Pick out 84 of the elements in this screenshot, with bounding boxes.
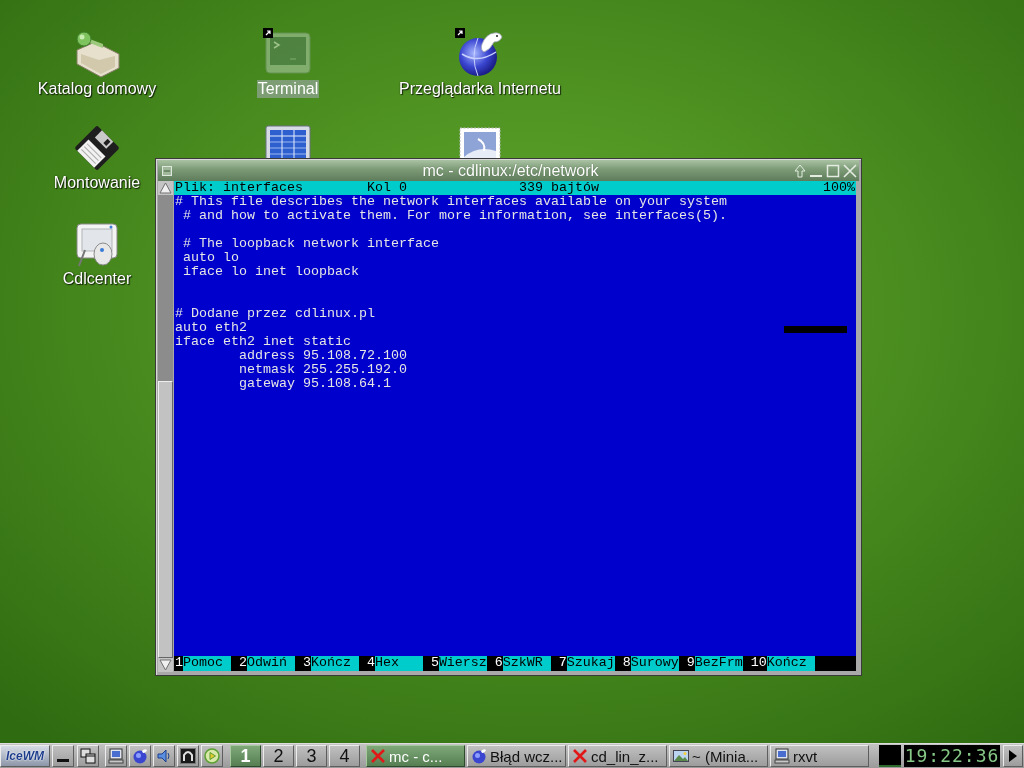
cross-icon: [370, 748, 386, 764]
code-line: # and how to activate them. For more information, see interfaces(5).: [182, 209, 727, 223]
function-key-number: 9: [686, 656, 695, 671]
launcher-button[interactable]: [177, 745, 199, 767]
postage-stamp-icon[interactable]: [456, 127, 504, 158]
play-icon: [204, 748, 220, 764]
function-key-number: 10: [750, 656, 767, 671]
folder-icon[interactable]: [73, 30, 121, 78]
file-size-text: 339 bajtów: [518, 181, 600, 195]
function-key-button[interactable]: Szukaj: [566, 656, 615, 671]
window-title: mc - cdlinux:/etc/network: [422, 160, 599, 181]
cpu-monitor-graph[interactable]: [879, 745, 901, 767]
computer-icon: [108, 748, 124, 764]
code-line: # This file describes the network interfaces available on your system: [175, 195, 727, 209]
desktop-icon-label[interactable]: Cdlcenter: [61, 270, 133, 288]
roll-up-icon[interactable]: [794, 163, 806, 178]
percent-text: 100%: [823, 181, 856, 195]
function-key-number: 4: [366, 656, 375, 671]
function-key-button[interactable]: Kończ: [766, 656, 815, 671]
drawing-tablet-icon[interactable]: [73, 220, 121, 268]
code-line: address 95.108.72.100: [238, 349, 407, 363]
function-key-number: 1: [175, 656, 183, 671]
code-line: netmask 255.255.192.0: [238, 363, 407, 377]
function-key-button[interactable]: SzkWR: [502, 656, 551, 671]
function-key-number: 8: [622, 656, 631, 671]
triangle-right-icon: [1009, 750, 1017, 762]
computer-icon: [774, 748, 790, 764]
speaker-icon: [156, 748, 172, 764]
code-line: # Dodane przez cdlinux.pl: [175, 307, 375, 321]
desktop-icon-label[interactable]: Przeglądarka Internetu: [398, 80, 562, 98]
function-key-number: 7: [558, 656, 567, 671]
workspace-button[interactable]: 3: [296, 745, 327, 767]
minimize-icon: [57, 759, 69, 762]
task-button[interactable]: cd_lin_z...: [568, 745, 667, 767]
function-key-button[interactable]: Pomoc: [183, 656, 231, 671]
launcher-button[interactable]: [105, 745, 127, 767]
start-menu-button[interactable]: IceWM: [0, 745, 50, 767]
workspace-button[interactable]: 2: [263, 745, 294, 767]
cross-icon: [572, 748, 588, 764]
globe-icon: [471, 748, 487, 764]
column-text: Kol 0: [366, 181, 408, 195]
scrollbar-thumb[interactable]: [158, 381, 173, 658]
horseshoe-icon: [180, 748, 196, 764]
task-button[interactable]: Błąd wcz...: [467, 745, 566, 767]
code-line: auto lo: [182, 251, 239, 265]
scroll-up-arrow-icon[interactable]: [158, 181, 173, 195]
function-key-number: 6: [494, 656, 503, 671]
scroll-down-arrow-icon[interactable]: [158, 658, 173, 672]
function-key-button[interactable]: Wiersz: [438, 656, 487, 671]
launcher-button[interactable]: [153, 745, 175, 767]
overlapping-windows-icon: [80, 748, 96, 764]
task-button[interactable]: ~ (Minia...: [669, 745, 768, 767]
task-button[interactable]: rxvt: [770, 745, 869, 767]
function-key-button[interactable]: Odwiń: [246, 656, 295, 671]
function-key-number: 2: [238, 656, 247, 671]
file-name-text: Plik: interfaces: [175, 181, 304, 195]
picture-icon: [673, 748, 689, 764]
code-line: iface eth2 inet static: [175, 335, 351, 349]
function-key-number: 5: [430, 656, 439, 671]
desktop-icon-label[interactable]: Katalog domowy: [36, 80, 158, 98]
code-line: gateway 95.108.64.1: [238, 377, 391, 391]
close-icon[interactable]: [843, 163, 857, 178]
launcher-button[interactable]: [129, 745, 151, 767]
workspace-button[interactable]: 1: [230, 745, 261, 767]
workspace-button[interactable]: 4: [329, 745, 360, 767]
code-line: # The loopback network interface: [182, 237, 439, 251]
scrollbar-track[interactable]: [158, 181, 173, 672]
maximize-icon[interactable]: [826, 163, 840, 178]
function-key-number: 3: [302, 656, 311, 671]
window-menu-icon[interactable]: [162, 165, 172, 176]
tray-toggle-button[interactable]: [1003, 745, 1023, 767]
globe-icon[interactable]: [456, 30, 504, 78]
function-key-button[interactable]: BezFrm: [694, 656, 743, 671]
monitor-icon[interactable]: [264, 125, 312, 158]
window-list-button[interactable]: [77, 745, 99, 767]
code-line: iface lo inet loopback: [182, 265, 359, 279]
globe-icon: [132, 748, 148, 764]
clock-display[interactable]: 19:22:36: [904, 745, 1000, 767]
code-line: auto eth2: [175, 321, 247, 335]
desktop-icon-label[interactable]: Montowanie: [52, 174, 142, 192]
task-button[interactable]: mc - c...: [366, 745, 465, 767]
function-key-button[interactable]: Kończ: [310, 656, 359, 671]
function-key-button[interactable]: Surowy: [630, 656, 679, 671]
show-desktop-button[interactable]: [52, 745, 74, 767]
